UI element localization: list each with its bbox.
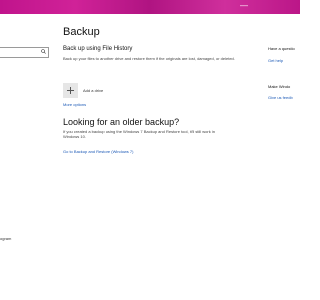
search-icon — [41, 49, 46, 54]
make-windows-better-heading: Make Windo — [268, 84, 291, 89]
minimize-button[interactable]: — — [240, 2, 248, 10]
file-history-description: Back up your files to another drive and … — [63, 56, 235, 61]
settings-search-input[interactable] — [0, 47, 49, 58]
plus-icon — [63, 82, 78, 98]
question-heading: Have a questio — [268, 46, 295, 51]
get-help-link[interactable]: Get help — [268, 58, 283, 63]
page-title: Backup — [63, 26, 100, 38]
add-drive-button[interactable]: Add a drive — [63, 82, 103, 98]
backup-restore-link[interactable]: Go to Backup and Restore (Windows 7) — [63, 149, 133, 154]
older-backup-heading: Looking for an older backup? — [63, 117, 180, 127]
sidebar-item-label: ogram — [0, 236, 12, 241]
title-bar: — — [0, 0, 300, 14]
add-drive-label: Add a drive — [83, 87, 104, 93]
give-feedback-link[interactable]: Give us feedb — [268, 95, 293, 100]
file-history-heading: Back up using File History — [63, 46, 133, 52]
more-options-link[interactable]: More options — [63, 102, 86, 107]
older-backup-description: If you created a backup using the Window… — [63, 129, 215, 139]
